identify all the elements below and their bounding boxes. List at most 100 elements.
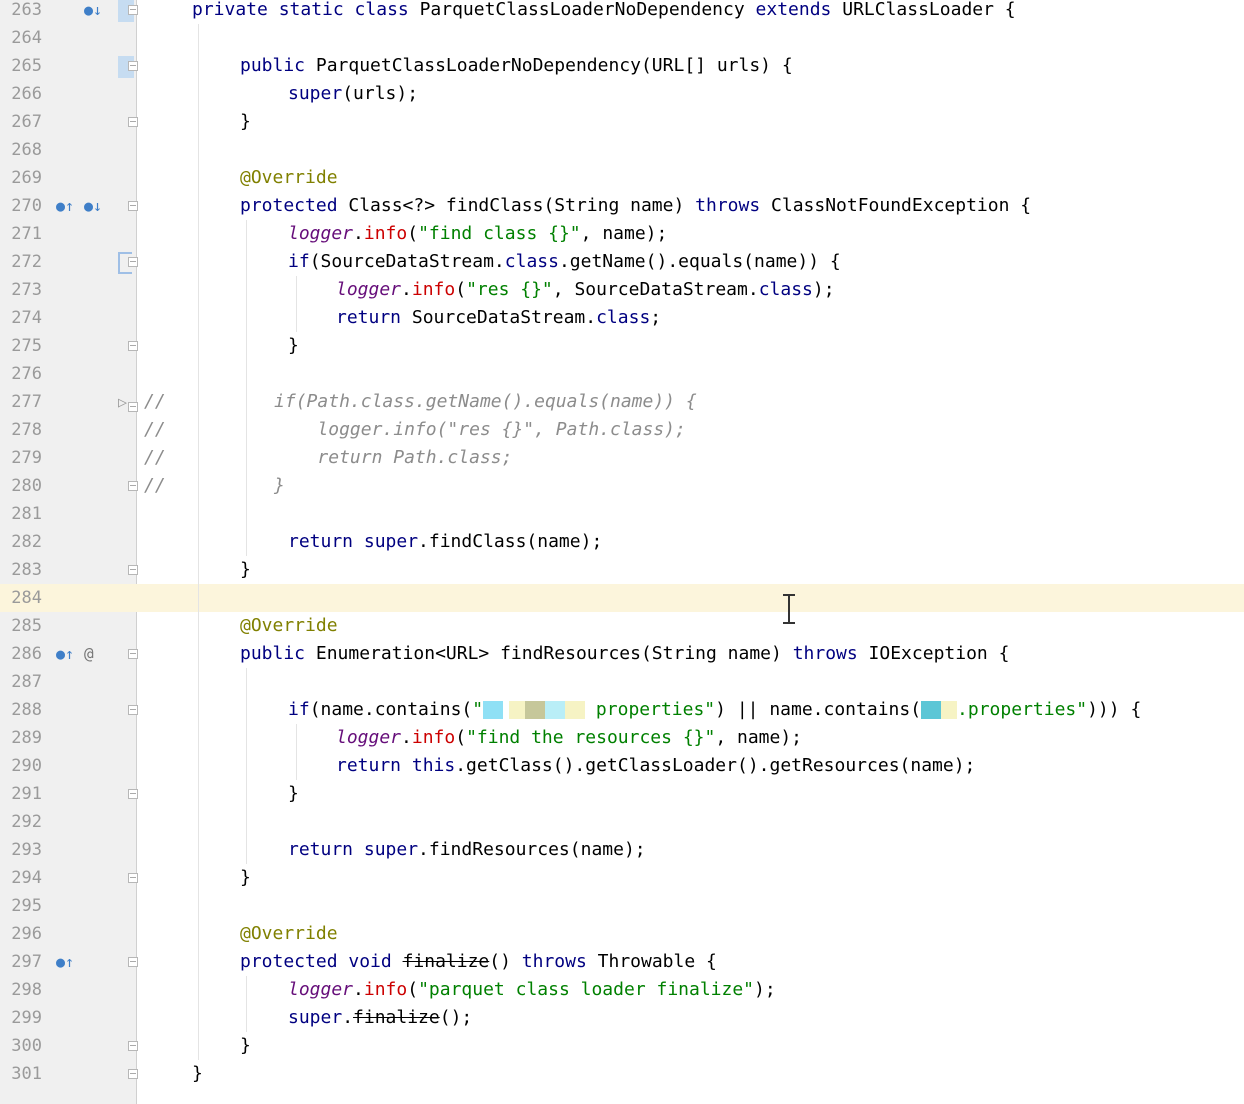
code-text[interactable]: public Enumeration<URL> findResources(St… <box>240 640 1009 668</box>
code-text[interactable]: return this.getClass().getClassLoader().… <box>336 752 975 780</box>
code-text[interactable]: } <box>240 864 251 892</box>
line-number[interactable]: 295 <box>0 892 42 920</box>
override-up-icon[interactable]: ●↑ <box>56 644 74 664</box>
code-text[interactable]: super.finalize(); <box>288 1004 472 1032</box>
code-text[interactable]: @Override <box>240 164 338 192</box>
line-number[interactable]: 293 <box>0 836 42 864</box>
code-line[interactable]: 292 <box>0 808 1244 836</box>
code-text[interactable]: protected void finalize() throws Throwab… <box>240 948 717 976</box>
code-line[interactable]: 263 ●↓ private static class ParquetClassLo… <box>0 0 1244 24</box>
code-line[interactable]: 269 @Override <box>0 164 1244 192</box>
line-number[interactable]: 278 <box>0 416 42 444</box>
line-number[interactable]: 294 <box>0 864 42 892</box>
line-number[interactable]: 264 <box>0 24 42 52</box>
fold-open-icon[interactable] <box>128 705 138 715</box>
line-number[interactable]: 277 <box>0 388 42 416</box>
fold-open-icon[interactable] <box>128 402 138 412</box>
code-text[interactable]: } <box>240 108 251 136</box>
line-number[interactable]: 285 <box>0 612 42 640</box>
code-text[interactable]: super(urls); <box>288 80 418 108</box>
code-text[interactable]: } <box>288 780 299 808</box>
code-text[interactable]: @Override <box>240 920 338 948</box>
fold-triangle-icon[interactable]: ▷ <box>118 394 127 410</box>
override-up-icon[interactable]: ●↑ <box>56 952 74 972</box>
code-text[interactable]: } <box>240 556 251 584</box>
fold-close-icon[interactable] <box>128 873 138 883</box>
line-number[interactable]: 268 <box>0 136 42 164</box>
code-line[interactable]: 282 return super.findClass(name); <box>0 528 1244 556</box>
line-number[interactable]: 299 <box>0 1004 42 1032</box>
code-line[interactable]: 285 @Override <box>0 612 1244 640</box>
code-line[interactable]: 284 <box>0 584 1244 612</box>
fold-close-icon[interactable] <box>128 341 138 351</box>
code-line[interactable]: 267} <box>0 108 1244 136</box>
code-line[interactable]: 301} <box>0 1060 1244 1088</box>
fold-close-icon[interactable] <box>128 117 138 127</box>
line-number[interactable]: 265 <box>0 52 42 80</box>
line-number[interactable]: 281 <box>0 500 42 528</box>
code-line[interactable]: 273 logger.info("res {}", SourceDataStrea… <box>0 276 1244 304</box>
code-line[interactable]: 275} <box>0 332 1244 360</box>
code-line[interactable]: 286 ●↑ @ public Enumeration<URL> findResour… <box>0 640 1244 668</box>
fold-open-icon[interactable] <box>128 649 138 659</box>
code-line[interactable]: 291} <box>0 780 1244 808</box>
line-number[interactable]: 276 <box>0 360 42 388</box>
code-text[interactable]: } <box>240 1032 251 1060</box>
fold-open-icon[interactable] <box>128 5 138 15</box>
code-line[interactable]: 300} <box>0 1032 1244 1060</box>
line-number[interactable]: 280 <box>0 472 42 500</box>
code-line[interactable]: 298 logger.info("parquet class loader fin… <box>0 976 1244 1004</box>
code-text[interactable]: return super.findResources(name); <box>288 836 646 864</box>
code-line[interactable]: 276 <box>0 360 1244 388</box>
code-text[interactable]: // if(Path.class.getName().equals(name))… <box>144 388 697 416</box>
code-line[interactable]: 277 ▷ // if(Path.class.getName().equals(na… <box>0 388 1244 416</box>
line-number[interactable]: 292 <box>0 808 42 836</box>
line-number[interactable]: 269 <box>0 164 42 192</box>
code-line[interactable]: 296 @Override <box>0 920 1244 948</box>
code-line[interactable]: 289 logger.info("find the resources {}", … <box>0 724 1244 752</box>
fold-close-icon[interactable] <box>128 565 138 575</box>
line-number[interactable]: 291 <box>0 780 42 808</box>
line-number[interactable]: 263 <box>0 0 42 24</box>
code-text[interactable]: logger.info("parquet class loader finali… <box>288 976 776 1004</box>
line-number[interactable]: 287 <box>0 668 42 696</box>
line-number[interactable]: 274 <box>0 304 42 332</box>
line-number[interactable]: 266 <box>0 80 42 108</box>
code-line[interactable]: 281 <box>0 500 1244 528</box>
code-line[interactable]: 290 return this.getClass().getClassLoader… <box>0 752 1244 780</box>
code-line[interactable]: 272 if(SourceDataStream.class.getName().e… <box>0 248 1244 276</box>
code-line[interactable]: 265 public ParquetClassLoaderNoDependency… <box>0 52 1244 80</box>
line-number[interactable]: 284 <box>0 584 42 612</box>
line-number[interactable]: 282 <box>0 528 42 556</box>
code-text[interactable]: logger.info("res {}", SourceDataStream.c… <box>336 276 835 304</box>
fold-close-icon[interactable] <box>128 1069 138 1079</box>
override-up-icon[interactable]: ●↑ <box>56 196 74 216</box>
code-line[interactable]: 274 return SourceDataStream.class; <box>0 304 1244 332</box>
line-number[interactable]: 267 <box>0 108 42 136</box>
line-number[interactable]: 288 <box>0 696 42 724</box>
code-text[interactable]: // return Path.class; <box>144 444 512 472</box>
line-number[interactable]: 270 <box>0 192 42 220</box>
code-line[interactable]: 280 // } <box>0 472 1244 500</box>
override-down-icon[interactable]: ●↓ <box>84 0 102 20</box>
code-line[interactable]: 278 // logger.info("res {}", Path.class); <box>0 416 1244 444</box>
line-number[interactable]: 283 <box>0 556 42 584</box>
code-text[interactable]: return SourceDataStream.class; <box>336 304 661 332</box>
line-number[interactable]: 301 <box>0 1060 42 1088</box>
fold-close-icon[interactable] <box>128 481 138 491</box>
code-text[interactable]: logger.info("find the resources {}", nam… <box>336 724 802 752</box>
line-number[interactable]: 273 <box>0 276 42 304</box>
line-number[interactable]: 271 <box>0 220 42 248</box>
code-text[interactable]: protected Class<?> findClass(String name… <box>240 192 1031 220</box>
fold-open-icon[interactable] <box>128 61 138 71</box>
line-number[interactable]: 297 <box>0 948 42 976</box>
override-down-icon[interactable]: ●↓ <box>84 196 102 216</box>
code-text[interactable]: private static class ParquetClassLoaderN… <box>192 0 1016 24</box>
code-text[interactable]: logger.info("find class {}", name); <box>288 220 667 248</box>
line-number[interactable]: 290 <box>0 752 42 780</box>
code-line[interactable]: 264 <box>0 24 1244 52</box>
code-line[interactable]: 279 // return Path.class; <box>0 444 1244 472</box>
code-line[interactable]: 297 ●↑ protected void finalize() throws Th… <box>0 948 1244 976</box>
code-text[interactable]: public ParquetClassLoaderNoDependency(UR… <box>240 52 793 80</box>
code-text[interactable]: if(SourceDataStream.class.getName().equa… <box>288 248 841 276</box>
